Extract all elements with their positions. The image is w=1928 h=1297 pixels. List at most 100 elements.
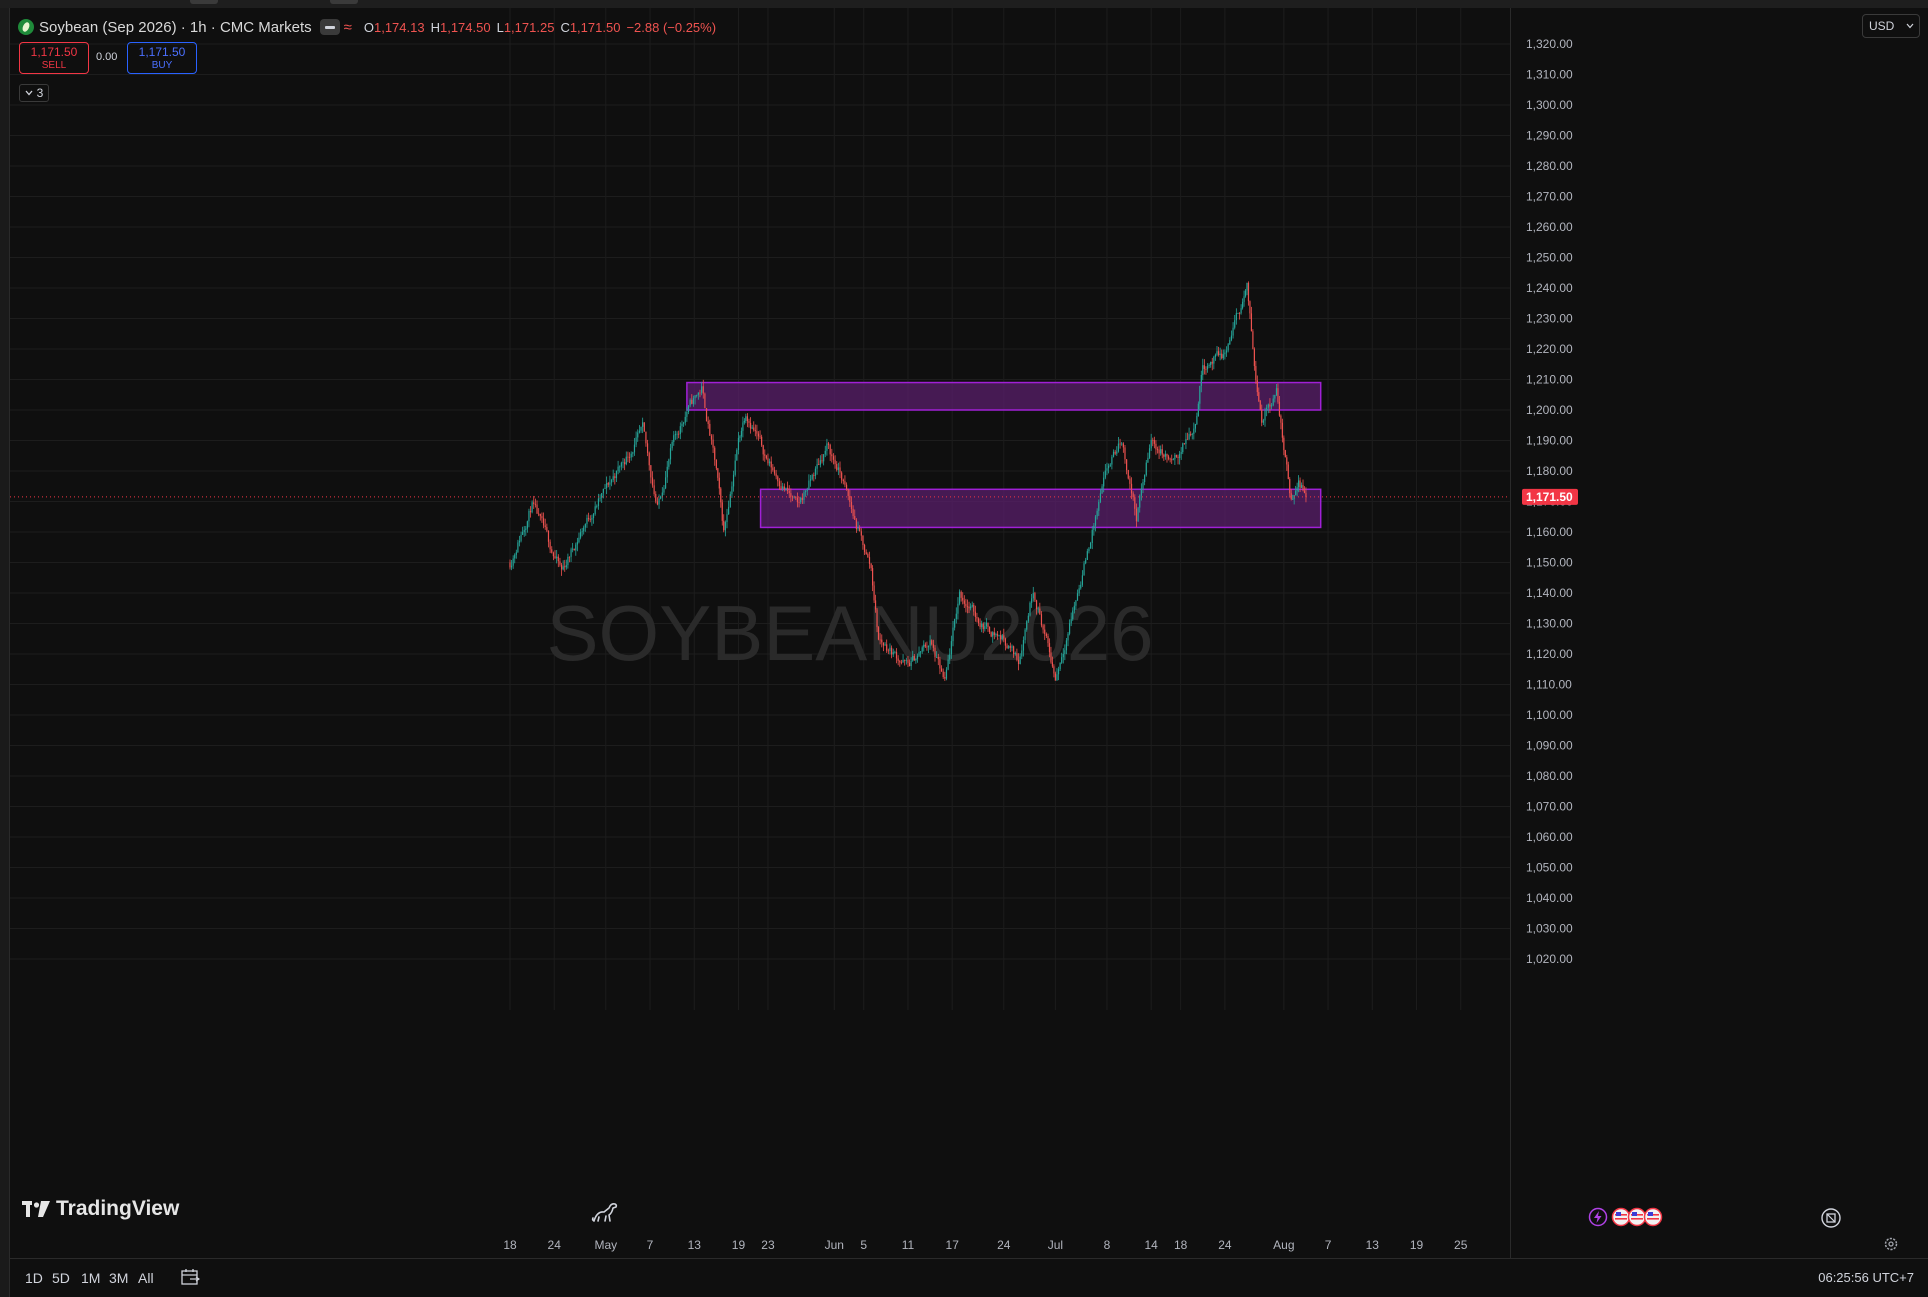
- symbol-legend[interactable]: Soybean (Sep 2026) · 1h · CMC Markets ≈ …: [18, 16, 716, 38]
- candle-body: [1156, 449, 1159, 451]
- candle-body: [663, 488, 665, 493]
- candle-body: [1145, 462, 1147, 476]
- dinosaur-icon[interactable]: [590, 1197, 620, 1227]
- candle-body: [1234, 320, 1236, 328]
- candle-body: [944, 677, 946, 679]
- candle-body: [824, 450, 826, 455]
- buy-button[interactable]: 1,171.50 BUY: [127, 42, 197, 74]
- time-tick-label: 19: [732, 1238, 746, 1252]
- candle-body: [1227, 344, 1229, 351]
- time-axis-ticks[interactable]: 18 24 May 7 13 19 23 Jun 5 11 17 24 Jul 8 14 18 24 Aug 7 13…: [503, 1238, 1467, 1252]
- candle-body: [699, 392, 701, 394]
- tradingview-logo[interactable]: TradingView: [22, 1197, 179, 1221]
- data-feed-icon[interactable]: ≈: [344, 19, 352, 36]
- gear-icon[interactable]: [1883, 1236, 1899, 1252]
- candle-body: [1191, 433, 1193, 435]
- candle-body: [990, 632, 992, 637]
- buy-label: BUY: [151, 60, 173, 71]
- candle-body: [732, 474, 735, 487]
- candle-body: [1287, 464, 1289, 480]
- candle-body: [1059, 662, 1061, 670]
- candle-body: [556, 556, 558, 559]
- candle-body: [1169, 458, 1171, 460]
- candle-body: [795, 496, 797, 498]
- price-tick-label: 1,120.00: [1526, 647, 1573, 661]
- currency-selector[interactable]: USD: [1862, 14, 1920, 38]
- timeframe-3m-button[interactable]: 3M: [109, 1270, 128, 1286]
- candle-body: [1296, 487, 1298, 491]
- timeframe-all-button[interactable]: All: [138, 1270, 154, 1286]
- candle-body: [1106, 468, 1108, 471]
- candle-body: [1153, 440, 1155, 444]
- candle-body: [936, 656, 938, 658]
- candle-body: [778, 481, 781, 487]
- candle-body: [1042, 625, 1044, 630]
- candle-body: [520, 534, 522, 541]
- price-tick-label: 1,320.00: [1526, 37, 1573, 51]
- candle-body: [892, 652, 894, 655]
- candle-body: [993, 632, 995, 635]
- time-tick-label: 24: [548, 1238, 562, 1252]
- candle-body: [1208, 364, 1210, 367]
- candle-body: [570, 549, 572, 557]
- candle-body: [1297, 480, 1300, 488]
- reset-chart-icon[interactable]: [1820, 1207, 1842, 1229]
- candle-body: [1073, 605, 1075, 611]
- symbol-title[interactable]: Soybean (Sep 2026) · 1h · CMC Markets: [39, 19, 312, 36]
- timeframe-1m-button[interactable]: 1M: [81, 1270, 100, 1286]
- tradingview-logo-icon: [22, 1201, 50, 1217]
- candle-body: [754, 430, 756, 432]
- candle-body: [1093, 525, 1095, 530]
- indicators-toggle-button[interactable]: 3: [19, 84, 49, 102]
- candle-body: [1284, 450, 1286, 458]
- candle-body: [546, 527, 548, 531]
- timeframe-5d-button[interactable]: 5D: [52, 1270, 70, 1286]
- us-flag-icon[interactable]: [1643, 1207, 1663, 1227]
- candle-body: [995, 634, 997, 635]
- candle-body: [1161, 449, 1163, 455]
- candle-body: [1126, 459, 1128, 471]
- candle-body: [1045, 633, 1047, 637]
- spread-value: 0.00: [96, 51, 118, 63]
- candle-body: [1114, 451, 1116, 454]
- price-tick-label: 1,220.00: [1526, 342, 1573, 356]
- candle-body: [823, 454, 825, 462]
- market-status-icon[interactable]: [319, 19, 340, 35]
- candle-body: [1022, 640, 1025, 651]
- economic-events[interactable]: [1588, 1207, 1663, 1227]
- candle-body: [726, 514, 728, 523]
- candle-body: [534, 504, 536, 505]
- lightning-icon[interactable]: [1588, 1207, 1608, 1227]
- candle-body: [539, 513, 541, 517]
- candle-body: [1171, 459, 1173, 461]
- candle-body: [1205, 369, 1207, 370]
- candle-body: [1142, 482, 1144, 489]
- candle-body: [1160, 449, 1162, 454]
- date-range-icon[interactable]: [180, 1267, 200, 1287]
- candle-body: [666, 466, 668, 478]
- candle-body: [841, 472, 843, 480]
- candle-body: [877, 627, 880, 640]
- candle-body: [1008, 646, 1010, 648]
- candle-body: [1272, 398, 1274, 406]
- candle-body: [1056, 674, 1058, 681]
- candle-body: [973, 604, 975, 612]
- clock-timezone[interactable]: 06:25:56 UTC+7: [1818, 1270, 1914, 1285]
- price-tick-label: 1,060.00: [1526, 830, 1573, 844]
- candle-body: [1027, 615, 1029, 622]
- candle-body: [1064, 650, 1066, 654]
- candle-body: [514, 554, 516, 559]
- candle-body: [1292, 499, 1294, 500]
- time-tick-label: 13: [1366, 1238, 1380, 1252]
- candle-body: [873, 585, 875, 601]
- candle-body: [1295, 490, 1297, 496]
- candle-body: [1122, 443, 1124, 448]
- chart-canvas[interactable]: SOYBEANU2026 18 24 May 7 13 19 23 Jun 5 11 17 24 Jul…: [10, 8, 1928, 1258]
- sell-button[interactable]: 1,171.50 SELL: [19, 42, 89, 74]
- candle-body: [782, 486, 784, 490]
- candle-body: [1253, 348, 1255, 366]
- candle-body: [1044, 629, 1046, 634]
- candle-body: [821, 460, 823, 462]
- candle-body: [1274, 394, 1276, 399]
- timeframe-1d-button[interactable]: 1D: [25, 1270, 43, 1286]
